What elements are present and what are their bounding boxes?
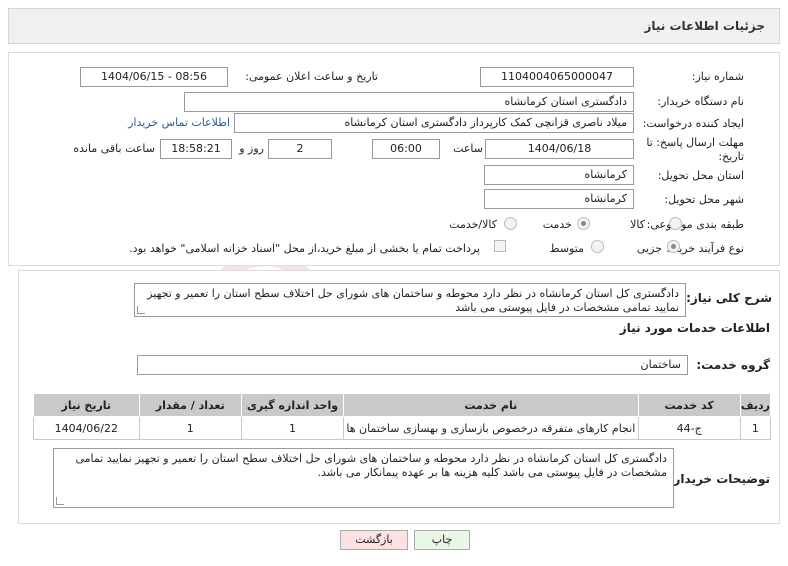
category-option-goods: کالا	[630, 218, 645, 231]
need-number-field: 1104004065000047	[480, 67, 634, 87]
col-unit: واحد اندازه گیری	[240, 393, 345, 417]
page-title: جزئیات اطلاعات نیاز	[644, 19, 765, 33]
summary-text: دادگستری کل استان کرمانشاه در نظر دارد م…	[147, 287, 679, 314]
summary-textarea[interactable]: دادگستری کل استان کرمانشاه در نظر دارد م…	[134, 283, 686, 317]
deadline-label: مهلت ارسال پاسخ: تا	[646, 136, 744, 149]
buyer-org-field: دادگستری استان کرمانشاه	[184, 92, 634, 112]
buyer-notes-text: دادگستری کل استان کرمانشاه در نظر دارد م…	[75, 452, 667, 479]
process-radio-medium[interactable]	[591, 240, 604, 253]
deadline-label-date: تاریخ:	[718, 150, 744, 163]
city-field: کرمانشاه	[484, 189, 634, 209]
cell-row-number: 1	[739, 416, 772, 440]
cell-need-date: 1404/06/22	[33, 416, 140, 440]
col-service-name: نام خدمت	[343, 393, 639, 417]
category-label: طبقه بندی موضوعی:	[646, 218, 744, 231]
table-row: 1 ج-44 انجام کارهای متفرقه درخصوص بازساز…	[33, 416, 772, 440]
requester-label: ایجاد کننده درخواست:	[642, 117, 744, 130]
buyer-notes-label: توضیحات خریدار:	[668, 472, 770, 486]
category-radio-goods[interactable]	[669, 217, 682, 230]
category-radio-service[interactable]	[577, 217, 590, 230]
back-button[interactable]: بازگشت	[340, 530, 408, 550]
province-label: استان محل تحویل:	[657, 169, 744, 182]
col-need-date: تاریخ نیاز	[33, 393, 140, 417]
deadline-time-label: ساعت	[453, 142, 483, 155]
process-option-minor: جزیی	[636, 242, 662, 255]
treasury-checkbox[interactable]	[494, 240, 506, 252]
cell-service-name: انجام کارهای متفرقه درخصوص بازسازی و بهس…	[343, 416, 639, 440]
services-section-title: اطلاعات خدمات مورد نیاز	[619, 321, 770, 335]
treasury-note: پرداخت تمام یا بخشی از مبلغ خرید،از محل …	[129, 242, 480, 255]
cell-quantity: 1	[138, 416, 242, 440]
col-service-code: کد خدمت	[637, 393, 741, 417]
services-table: ردیف کد خدمت نام خدمت واحد اندازه گیری ت…	[33, 393, 772, 440]
buyer-org-label: نام دستگاه خریدار:	[657, 95, 744, 108]
col-quantity: تعداد / مقدار	[138, 393, 242, 417]
deadline-time-field: 06:00	[372, 139, 440, 159]
resize-grip-icon[interactable]	[56, 497, 64, 505]
resize-grip-icon[interactable]	[137, 306, 145, 314]
cell-unit: 1	[240, 416, 345, 440]
page-header: جزئیات اطلاعات نیاز	[8, 8, 780, 44]
announce-date-field: 1404/06/15 - 08:56	[80, 67, 228, 87]
remaining-days-field: 2	[268, 139, 332, 159]
announce-date-label: تاریخ و ساعت اعلان عمومی:	[245, 70, 378, 83]
category-option-service: خدمت	[542, 218, 572, 231]
summary-label: شرح کلی نیاز:	[686, 291, 772, 305]
province-field: کرمانشاه	[484, 165, 634, 185]
category-option-goods-service: کالا/خدمت	[449, 218, 497, 231]
need-number-label: شماره نیاز:	[691, 70, 744, 83]
city-label: شهر محل تحویل:	[664, 193, 744, 206]
service-group-label: گروه خدمت:	[696, 358, 770, 372]
col-row-number: ردیف	[739, 393, 772, 417]
remaining-days-label: روز و	[239, 142, 264, 155]
deadline-date-field: 1404/06/18	[485, 139, 634, 159]
cell-service-code: ج-44	[637, 416, 741, 440]
print-button[interactable]: چاپ	[414, 530, 470, 550]
table-header-row: ردیف کد خدمت نام خدمت واحد اندازه گیری ت…	[33, 393, 772, 417]
remaining-time-label: ساعت باقی مانده	[73, 142, 155, 155]
process-radio-minor[interactable]	[667, 240, 680, 253]
service-group-field: ساختمان	[137, 355, 688, 375]
remaining-time-field: 18:58:21	[160, 139, 232, 159]
category-radio-goods-service[interactable]	[504, 217, 517, 230]
process-option-medium: متوسط	[549, 242, 584, 255]
buyer-contact-link[interactable]: اطلاعات تماس خریدار	[128, 116, 230, 129]
requester-field: میلاد ناصری قزانچی کمک کارپرداز دادگستری…	[234, 113, 634, 133]
buyer-notes-textarea[interactable]: دادگستری کل استان کرمانشاه در نظر دارد م…	[53, 448, 674, 508]
